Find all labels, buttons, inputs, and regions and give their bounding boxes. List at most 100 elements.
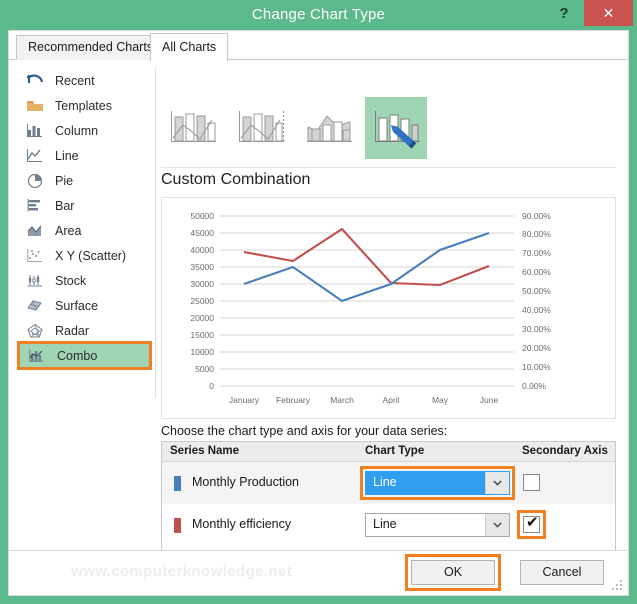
sidebar-label: Stock [55,273,87,288]
tab-all-charts[interactable]: All Charts [150,33,229,61]
gallery-divider [161,167,616,168]
secondary-axis-checkbox-monthly-efficiency[interactable]: ✔ [517,510,546,539]
series-color-swatch [174,518,181,533]
area-icon [23,221,47,241]
svg-text:10000: 10000 [190,347,214,357]
chevron-down-icon[interactable] [485,472,509,494]
chart-type-dropdown-monthly-efficiency[interactable]: Line [365,513,510,537]
preview-title: Custom Combination [161,171,311,188]
sidebar-divider [155,68,156,398]
sidebar-label: Templates [55,98,112,113]
bar-icon [23,196,47,216]
sidebar-item-combo[interactable]: Combo [17,341,152,370]
sidebar-label: Recent [55,73,95,88]
sidebar-item-bar[interactable]: Bar [17,193,153,218]
series-instruction: Choose the chart type and axis for your … [161,424,448,438]
sidebar-label: Column [55,123,99,138]
svg-text:25000: 25000 [190,296,214,306]
sidebar-item-line[interactable]: Line [17,143,153,168]
svg-text:February: February [276,395,311,405]
folder-icon [23,96,47,116]
dialog-footer: www.computerknowledge.net OK Cancel [9,550,628,595]
svg-text:April: April [382,395,399,405]
svg-text:35000: 35000 [190,262,214,272]
surface-icon [23,296,47,316]
sidebar-item-area[interactable]: Area [17,218,153,243]
svg-text:50.00%: 50.00% [522,286,551,296]
table-row: Monthly efficiency Line ✔ [162,504,615,546]
sidebar-item-xy-scatter[interactable]: X Y (Scatter) [17,243,153,268]
chart-preview: 50000 45000 40000 35000 30000 25000 2000… [161,197,616,419]
sidebar-item-radar[interactable]: Radar [17,318,153,343]
svg-text:20000: 20000 [190,313,214,323]
chart-type-sidebar: Recent Templates Column Line Pie Bar Are… [17,68,153,398]
svg-text:30.00%: 30.00% [522,324,551,334]
svg-text:70.00%: 70.00% [522,248,551,258]
custom-combination-thumb[interactable] [365,97,427,159]
help-button[interactable]: ? [553,3,575,25]
chevron-down-icon[interactable] [485,514,509,536]
svg-text:20.00%: 20.00% [522,343,551,353]
column-header-chart-type: Chart Type [365,445,425,457]
clustered-column-line-secondary-axis-thumb[interactable] [229,97,291,159]
close-button[interactable]: ✕ [584,0,633,26]
radar-icon [23,321,47,341]
dialog-title: Change Chart Type [251,6,386,23]
sidebar-label: Radar [55,323,90,338]
svg-text:80.00%: 80.00% [522,229,551,239]
svg-text:60.00%: 60.00% [522,267,551,277]
svg-text:5000: 5000 [195,364,214,374]
checkmark-icon: ✔ [526,514,539,531]
sidebar-label: Line [55,148,79,163]
svg-text:15000: 15000 [190,330,214,340]
stacked-area-clustered-column-thumb[interactable] [297,97,359,159]
sidebar-label: Combo [57,348,98,363]
sidebar-item-pie[interactable]: Pie [17,168,153,193]
series-name: Monthly efficiency [192,517,292,531]
watermark: www.computerknowledge.net [71,563,293,580]
svg-text:0: 0 [209,381,214,391]
tab-strip: Recommended Charts All Charts [9,31,628,61]
clustered-column-line-thumb[interactable] [161,97,223,159]
svg-text:40.00%: 40.00% [522,305,551,315]
combo-icon [25,346,49,366]
chart-preview-svg: 50000 45000 40000 35000 30000 25000 2000… [190,211,551,405]
svg-text:10.00%: 10.00% [522,362,551,372]
resize-grip[interactable] [612,580,624,592]
sidebar-label: Surface [55,298,99,313]
cancel-button[interactable]: Cancel [520,560,604,585]
series-line-monthly-efficiency [243,227,490,287]
series-name: Monthly Production [192,475,300,489]
sidebar-label: Pie [55,173,74,188]
change-chart-type-dialog: Change Chart Type ? ✕ Recommended Charts… [0,0,637,604]
svg-text:May: May [432,395,449,405]
series-table-header: Series Name Chart Type Secondary Axis [162,442,615,462]
svg-text:90.00%: 90.00% [522,211,551,221]
sidebar-label: X Y (Scatter) [55,248,127,263]
svg-text:50000: 50000 [190,211,214,221]
scatter-icon [23,246,47,266]
title-bar: Change Chart Type ? ✕ [0,0,637,30]
chart-type-value: Line [373,475,397,489]
sidebar-item-stock[interactable]: Stock [17,268,153,293]
column-header-secondary-axis: Secondary Axis [522,445,608,457]
pie-icon [23,171,47,191]
svg-text:June: June [480,395,499,405]
svg-text:45000: 45000 [190,228,214,238]
sidebar-item-column[interactable]: Column [17,118,153,143]
recent-icon [23,71,47,91]
ok-button[interactable]: OK [405,554,501,591]
svg-text:January: January [229,395,260,405]
secondary-axis-checkbox-monthly-production[interactable] [523,474,540,491]
sidebar-item-recent[interactable]: Recent [17,68,153,93]
stock-icon [23,271,47,291]
chart-type-value: Line [373,517,397,531]
sidebar-item-templates[interactable]: Templates [17,93,153,118]
line-icon [23,146,47,166]
sidebar-item-surface[interactable]: Surface [17,293,153,318]
chart-type-dropdown-monthly-production[interactable]: Line [360,466,515,500]
svg-text:March: March [330,395,354,405]
tab-recommended-charts[interactable]: Recommended Charts [16,35,166,60]
series-color-swatch [174,476,181,491]
table-row: Monthly Production Line [162,462,615,504]
